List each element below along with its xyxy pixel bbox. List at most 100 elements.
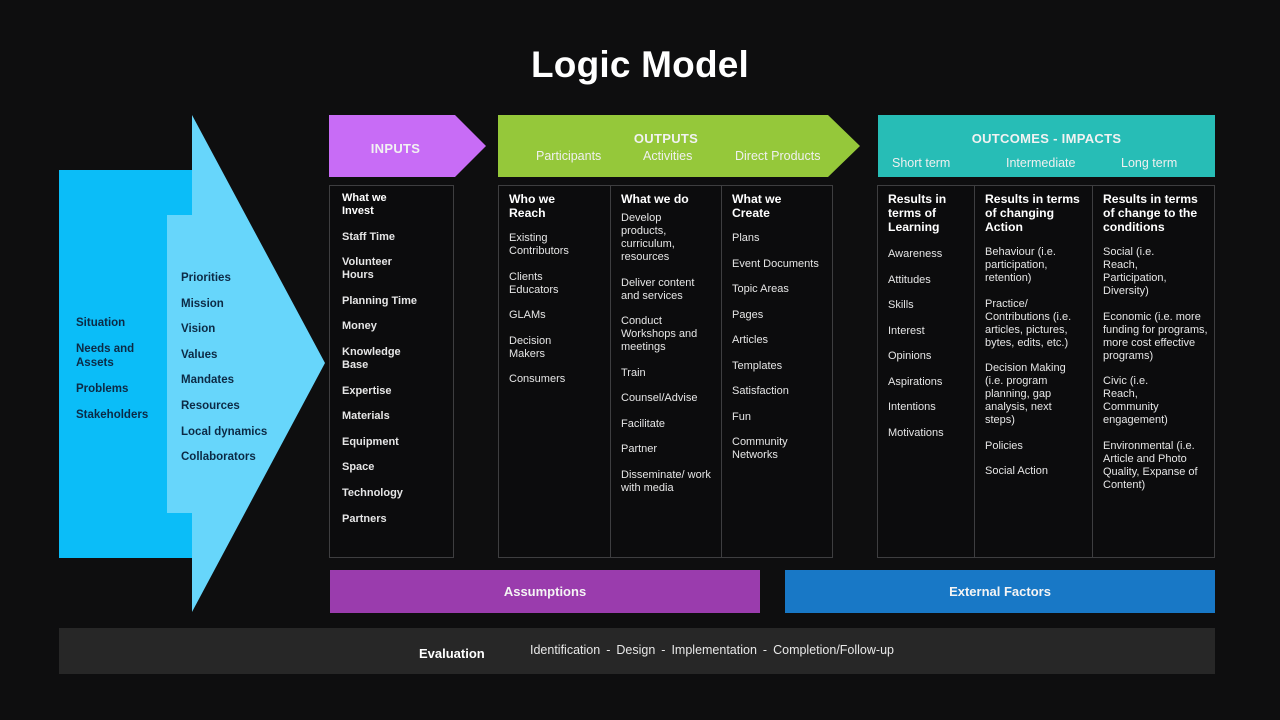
outcomes-column-short-term: Results in terms of Learning Awareness A… [878,186,975,557]
output-item: Articles [732,334,769,346]
outcome-item: Civic (i.e. Reach, Community engagement) [1103,375,1168,426]
outputs-box: Who we Reach Existing Contributors Clien… [498,185,833,558]
evaluation-bar: Evaluation Identification - Design - Impleme… [59,628,1215,674]
output-item: Pages [732,308,764,321]
outcome-item: Motivations [888,426,944,439]
evaluation-steps: Identification - Design - Implementation - Com… [530,643,894,657]
outcome-item: Opinions [888,350,932,362]
situation-item: Situation [76,317,126,329]
situation-list: Situation Needs and Assets Problems Stak… [76,316,148,434]
outputs-column-participants: Who we Reach Existing Contributors Clien… [499,186,611,557]
outcomes-column-long-term: Results in terms of change to the condit… [1093,186,1214,557]
output-item: Deliver content and services [621,276,695,302]
outcomes-title: OUTCOMES - IMPACTS [971,131,1122,146]
situation-item: Stakeholders [76,409,149,421]
outcome-item: Decision Making (i.e. program planning, … [985,362,1066,426]
output-item: Counsel/Advise [621,392,698,404]
external-factors-bar: External Factors [785,570,1215,613]
outcome-item: Intentions [888,401,936,413]
outputs-heading: Who we Reach [509,192,556,220]
outcome-item: Environmental (i.e. Article and Photo Qu… [1103,439,1198,491]
assumptions-bar: Assumptions [330,570,760,613]
outputs-title: OUTPUTS [633,131,699,146]
input-item: Materials [342,410,390,423]
output-item: GLAMs [509,309,546,321]
situation-item: Needs and Assets [76,343,135,369]
outcome-item: Behaviour (i.e. participation, retention… [985,246,1056,284]
output-item: Satisfaction [732,385,789,397]
outcome-item: Awareness [888,248,943,260]
priority-item: Resources [181,399,240,412]
output-item: Decision Makers [509,334,552,360]
output-item: Conduct Workshops and meetings [621,315,698,353]
priority-item: Mandates [181,374,235,387]
evaluation-label: Evaluation [419,646,485,661]
output-item: Topic Areas [732,283,789,295]
outcomes-heading: Results in terms of change to the condit… [1103,192,1198,234]
outcome-item: Practice/ Contributions (i.e. articles, … [985,297,1072,349]
output-item: Community Networks [732,436,788,461]
inputs-column: What we Invest Staff Time Volunteer Hour… [330,186,453,557]
output-item: Develop products, curriculum, resources [621,212,675,263]
outcome-item: Interest [888,324,925,337]
output-item: Partner [621,443,658,455]
priority-item: Local dynamics [181,425,268,438]
situation-item: Problems [76,383,129,395]
outputs-subtitle-direct-products: Direct Products [735,149,821,163]
outputs-subtitle-participants: Participants [536,149,602,163]
evaluation-separator: - [606,643,611,657]
outcomes-heading: Results in terms of changing Action [985,192,1080,234]
output-item: Train [621,366,646,379]
outputs-heading: What we Create [732,192,782,220]
input-item: Knowledge Base [342,345,401,371]
outcomes-box: Results in terms of Learning Awareness A… [877,185,1215,558]
outputs-column-activities: What we do Develop products, curriculum,… [611,186,722,557]
inputs-heading: What we Invest [342,192,387,217]
outcomes-subtitle-intermediate: Intermediate [1006,156,1076,170]
input-item: Expertise [342,384,392,397]
output-item: Existing Contributors [509,232,569,257]
input-item: Money [342,320,377,333]
outcome-item: Skills [888,299,914,311]
outcome-item: Social (i.e. Reach, Participation, Diver… [1103,246,1167,297]
input-item: Partners [342,512,387,525]
input-item: Equipment [342,435,399,448]
outcomes-heading: Results in terms of Learning [888,192,947,234]
priority-item: Values [181,348,218,361]
outcome-item: Economic (i.e. more funding for programs… [1103,310,1208,362]
situation-priorities-arrow [59,115,325,612]
inputs-title: INPUTS [370,141,421,156]
outcomes-column-intermediate: Results in terms of changing Action Beha… [975,186,1093,557]
output-item: Event Documents [732,257,819,270]
output-item: Clients Educators [509,270,559,296]
outcome-item: Aspirations [888,375,943,388]
priority-item: Priorities [181,272,231,284]
outcomes-subtitle-long-term: Long term [1121,156,1178,170]
input-item: Planning Time [342,294,417,307]
evaluation-separator: - [661,643,666,657]
priority-item: Vision [181,323,216,336]
input-item: Volunteer Hours [342,256,392,282]
output-item: Templates [732,359,783,372]
outcome-item: Attitudes [888,273,931,286]
outputs-column-direct-products: What we Create Plans Event Documents Top… [722,186,832,557]
outputs-heading: What we do [621,192,689,206]
outcomes-subtitle-short-term: Short term [892,156,951,170]
outputs-banner-shape [498,115,860,177]
output-item: Facilitate [621,417,666,430]
evaluation-separator: - [762,643,768,657]
priorities-list: Priorities Mission Vision Values Mandate… [181,271,267,476]
evaluation-step: Design [616,643,656,657]
inputs-box: What we Invest Staff Time Volunteer Hour… [329,185,454,558]
input-item: Space [342,461,375,474]
priority-item: Mission [181,297,224,310]
output-item: Consumers [509,373,566,385]
inputs-banner: INPUTS [329,115,486,177]
outcome-item: Policies [985,439,1023,452]
evaluation-step: Completion/Follow-up [773,643,894,657]
evaluation-step: Implementation [671,643,757,657]
outputs-banner: OUTPUTS Participants Activities Direct P… [498,115,860,177]
output-item: Disseminate/ work with media [621,468,711,494]
output-item: Plans [732,232,760,244]
output-item: Fun [732,410,751,423]
